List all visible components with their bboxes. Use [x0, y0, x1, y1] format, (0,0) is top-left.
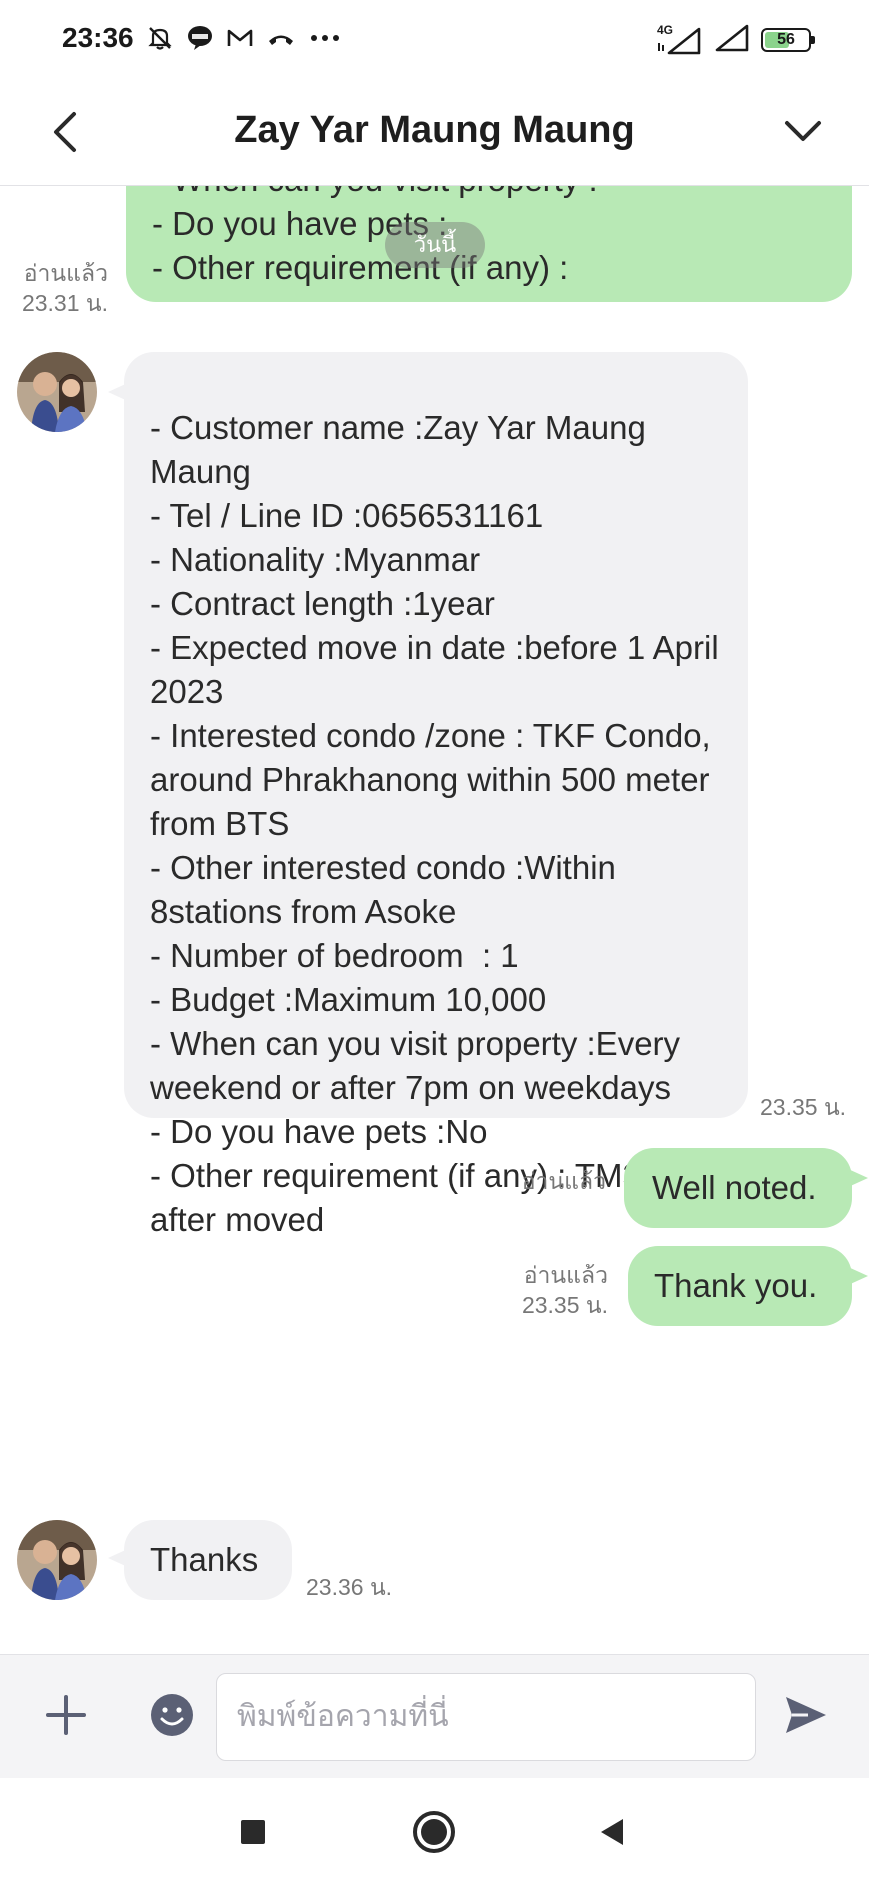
- message-time: 23.35 น.: [760, 1094, 847, 1120]
- avatar-photo-icon: [17, 1520, 97, 1600]
- message-meta: อ่านแล้ว 23.31 น.: [0, 258, 108, 318]
- battery-tip: [811, 35, 815, 44]
- message-bubble-outgoing[interactable]: Thank you.: [628, 1246, 852, 1326]
- smiley-icon: [151, 1694, 193, 1736]
- message-bubble-incoming[interactable]: - Customer name :Zay Yar Maung Maung - T…: [124, 352, 748, 1238]
- message-time: 23.36 น.: [306, 1574, 393, 1600]
- chat-header: Zay Yar Maung Maung: [0, 78, 869, 186]
- battery-icon: 56: [761, 27, 815, 52]
- status-icons-left: [146, 24, 342, 57]
- chevron-left-icon: [54, 112, 76, 152]
- plus-icon: [46, 1695, 86, 1735]
- missed-call-icon: [266, 24, 296, 57]
- chat-menu-button[interactable]: [773, 102, 833, 162]
- contact-avatar[interactable]: [17, 1520, 97, 1600]
- message-bubble-outgoing[interactable]: Well noted.: [624, 1148, 852, 1228]
- recents-square-icon: [241, 1820, 265, 1844]
- message-time: 23.35 น.: [521, 1292, 608, 1318]
- recents-button[interactable]: [225, 1804, 281, 1860]
- send-icon: [786, 1697, 826, 1733]
- chat-area[interactable]: - When can you visit property : - Do you…: [0, 186, 869, 1654]
- message-time: 23.31 น.: [21, 290, 108, 316]
- back-button[interactable]: [40, 102, 90, 162]
- chevron-down-icon: [785, 121, 821, 141]
- bell-off-icon: [146, 24, 174, 57]
- status-icons-right: 4G 56: [657, 22, 815, 57]
- back-nav-button[interactable]: [584, 1804, 640, 1860]
- read-receipt: อ่านแล้ว: [521, 1168, 606, 1194]
- status-bar: 23:36 4G 56: [0, 0, 869, 78]
- system-nav-bar: [0, 1778, 869, 1883]
- signal-icon: [713, 22, 751, 57]
- message-meta: อ่านแล้ว 23.35 น.: [500, 1260, 608, 1320]
- read-receipt: อ่านแล้ว: [523, 1262, 608, 1288]
- avatar-photo-icon: [17, 352, 97, 432]
- emoji-button[interactable]: [144, 1687, 200, 1743]
- send-button[interactable]: [776, 1685, 836, 1745]
- bubble-tail: [846, 1266, 868, 1286]
- message-input[interactable]: [216, 1673, 756, 1761]
- home-button[interactable]: [406, 1804, 462, 1860]
- message-bubble-outgoing[interactable]: - When can you visit property : - Do you…: [126, 186, 852, 302]
- chat-title: Zay Yar Maung Maung: [234, 109, 635, 151]
- back-triangle-icon: [601, 1819, 623, 1845]
- message-input-bar: [0, 1654, 869, 1778]
- add-attachment-button[interactable]: [38, 1687, 94, 1743]
- date-separator: วันนี้: [385, 222, 485, 268]
- contact-avatar[interactable]: [17, 352, 97, 432]
- status-time: 23:36: [62, 22, 134, 53]
- more-dots-icon: [308, 24, 342, 57]
- read-receipt: อ่านแล้ว: [23, 260, 108, 286]
- home-circle-icon: [413, 1811, 455, 1853]
- signal-4g-icon: 4G: [657, 23, 703, 55]
- line-icon: [186, 24, 214, 57]
- battery-level: 56: [777, 30, 795, 48]
- gmail-icon: [226, 24, 254, 57]
- bubble-tail: [846, 1168, 868, 1188]
- message-bubble-incoming[interactable]: Thanks: [124, 1520, 292, 1600]
